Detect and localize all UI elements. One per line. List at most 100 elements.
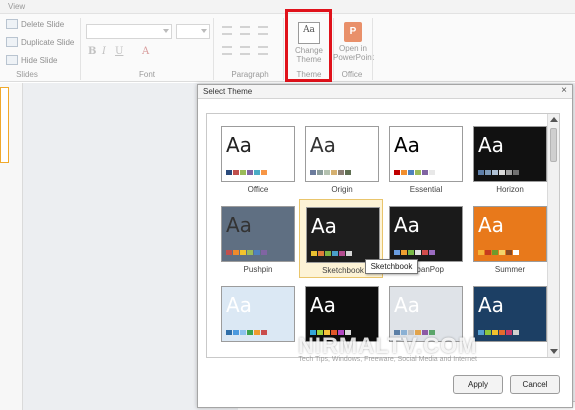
theme-sample-text: Aa <box>226 293 252 317</box>
select-theme-dialog: Select Theme × Aa Aa Aa Aa Aa Summer Aa UrbanPo… <box>197 84 573 408</box>
italic-icon[interactable]: I <box>102 46 106 57</box>
cancel-button[interactable]: Cancel <box>510 375 560 394</box>
scroll-thumb[interactable] <box>550 128 557 162</box>
color-swatch <box>485 170 491 175</box>
theme-tile[interactable]: Aa Essential <box>383 119 467 198</box>
theme-sample-text: Aa <box>310 293 336 317</box>
scroll-down-icon[interactable] <box>550 349 558 354</box>
open-in-powerpoint-button[interactable]: P Open in PowerPoint <box>333 18 374 68</box>
delete-slide-label: Delete Slide <box>21 19 65 29</box>
color-swatch <box>429 170 435 175</box>
color-swatch <box>499 330 505 335</box>
open-in-powerpoint-label: Open in PowerPoint <box>333 44 374 62</box>
color-swatch <box>485 250 491 255</box>
align-center-icon[interactable] <box>240 46 250 55</box>
color-swatch <box>261 330 267 335</box>
underline-icon[interactable]: U <box>115 46 123 57</box>
watermark: NIRMALTV.COM Tech Tips, Windows, Freewar… <box>298 333 477 363</box>
color-swatch <box>506 170 512 175</box>
font-color-icon[interactable]: A <box>142 46 149 57</box>
color-swatch <box>318 251 324 256</box>
duplicate-slide-button[interactable]: Duplicate Slide <box>6 35 74 49</box>
font-family-combo[interactable] <box>86 24 172 39</box>
numbered-list-icon[interactable] <box>240 26 250 35</box>
color-swatch <box>422 170 428 175</box>
tab-view[interactable]: View <box>8 2 25 11</box>
color-swatch <box>311 251 317 256</box>
office-group-label: Office <box>341 70 363 79</box>
chevron-down-icon <box>201 29 207 33</box>
slide-thumbnail-pane[interactable] <box>0 83 23 410</box>
dialog-title: Select Theme <box>203 87 253 96</box>
color-swatch <box>401 170 407 175</box>
slide-thumbnail[interactable] <box>0 87 9 163</box>
powerpoint-icon: P <box>344 22 362 42</box>
bullet-list-icon[interactable] <box>222 26 232 35</box>
apply-button[interactable]: Apply <box>453 375 503 394</box>
align-left-icon[interactable] <box>222 46 232 55</box>
duplicate-slide-icon <box>6 37 18 47</box>
decrease-indent-icon[interactable] <box>258 26 268 35</box>
theme-tile[interactable]: Aa Origin <box>299 119 383 198</box>
theme-tile[interactable]: Aa <box>467 279 551 357</box>
color-swatch <box>408 250 414 255</box>
scroll-up-icon[interactable] <box>550 117 558 122</box>
color-swatch <box>324 170 330 175</box>
theme-sample-text: Aa <box>478 133 504 157</box>
hide-slide-label: Hide Slide <box>21 55 58 65</box>
theme-thumbnail: Aa <box>306 207 380 263</box>
theme-tile[interactable]: Aa Summer <box>467 199 551 278</box>
color-swatch <box>226 170 232 175</box>
theme-thumbnail: Aa <box>473 286 547 342</box>
color-swatch <box>499 250 505 255</box>
theme-name: Essential <box>409 185 443 194</box>
close-icon[interactable]: × <box>561 85 567 96</box>
color-swatch <box>261 250 267 255</box>
theme-color-swatches <box>226 170 268 175</box>
change-theme-highlight <box>285 9 332 82</box>
align-right-icon[interactable] <box>258 46 268 55</box>
theme-color-swatches <box>311 251 353 256</box>
color-swatch <box>331 170 337 175</box>
theme-tile[interactable]: Aa Office <box>215 119 299 198</box>
theme-thumbnail: Aa <box>473 206 547 262</box>
hide-slide-button[interactable]: Hide Slide <box>6 53 57 67</box>
color-swatch <box>261 170 267 175</box>
theme-sample-text: Aa <box>226 213 252 237</box>
ribbon-separator <box>372 18 373 80</box>
theme-color-swatches <box>310 170 352 175</box>
chevron-down-icon <box>163 29 169 33</box>
color-swatch <box>513 250 519 255</box>
theme-tile[interactable]: Aa Horizon <box>467 119 551 198</box>
theme-sample-text: Aa <box>478 293 504 317</box>
theme-tile[interactable]: Aa <box>215 279 299 357</box>
color-swatch <box>492 330 498 335</box>
font-group-label: Font <box>138 70 155 79</box>
color-swatch <box>415 250 421 255</box>
delete-slide-button[interactable]: Delete Slide <box>6 17 64 31</box>
color-swatch <box>254 250 260 255</box>
theme-color-swatches <box>226 330 268 335</box>
color-swatch <box>226 330 232 335</box>
color-swatch <box>233 250 239 255</box>
color-swatch <box>240 170 246 175</box>
font-size-combo[interactable] <box>176 24 210 39</box>
color-swatch <box>240 330 246 335</box>
bold-icon[interactable]: B <box>88 46 96 57</box>
theme-tile[interactable]: Aa Pushpin <box>215 199 299 278</box>
theme-gallery[interactable]: Aa Aa Aa Aa Aa Summer Aa UrbanPop Aa Sketchbook Aa… <box>206 113 560 358</box>
color-swatch <box>499 170 505 175</box>
theme-sample-text: Aa <box>226 133 252 157</box>
ribbon-separator <box>213 18 214 80</box>
color-swatch <box>394 170 400 175</box>
delete-slide-icon <box>6 19 18 29</box>
color-swatch <box>254 170 260 175</box>
dialog-title-bar: Select Theme × <box>198 85 572 99</box>
gallery-scrollbar[interactable] <box>547 114 559 357</box>
color-swatch <box>247 330 253 335</box>
color-swatch <box>233 330 239 335</box>
theme-sample-text: Aa <box>394 213 420 237</box>
theme-color-swatches <box>478 330 520 335</box>
theme-name: Origin <box>331 185 353 194</box>
theme-thumbnail: Aa <box>389 206 463 262</box>
